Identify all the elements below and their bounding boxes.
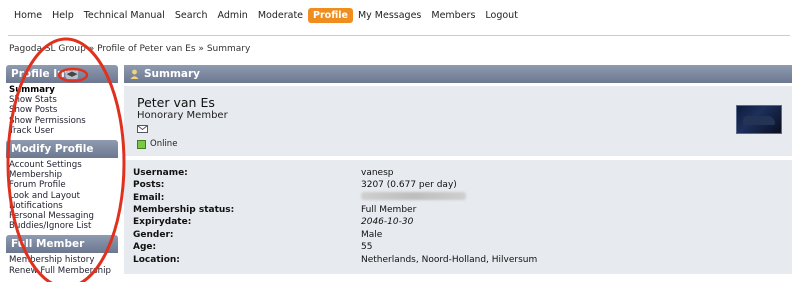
nav-technical-manual[interactable]: Technical Manual (79, 8, 170, 23)
nav-moderate[interactable]: Moderate (253, 8, 308, 23)
sidebar-header-modify-profile[interactable]: Modify Profile (6, 140, 118, 159)
person-icon (130, 69, 139, 79)
nav-home[interactable]: Home (9, 8, 47, 23)
detail-label: Gender: (133, 230, 174, 240)
sidebar-header-profile-info[interactable]: Profile Info ◀▶ (6, 65, 118, 83)
breadcrumb-group[interactable]: Pagoda SL Group (9, 44, 86, 54)
nav-search[interactable]: Search (170, 8, 213, 23)
breadcrumb-profile[interactable]: Profile of Peter van Es (97, 44, 195, 54)
detail-value: Male (361, 230, 383, 240)
summary-title: Summary (144, 68, 201, 80)
breadcrumb-separator: » (198, 44, 204, 54)
avatar (736, 105, 782, 134)
breadcrumb-summary[interactable]: Summary (207, 44, 251, 54)
sidebar-item-membership-history[interactable]: Membership history (9, 255, 118, 265)
car-icon (743, 116, 775, 125)
profile-details: Username: vanesp Posts: 3207 (0.677 per … (124, 160, 792, 274)
sidebar-item-account-settings[interactable]: Account Settings (9, 160, 118, 170)
sidebar-header-label: Modify Profile (11, 143, 94, 156)
sidebar-item-personal-messaging[interactable]: Personal Messaging (9, 211, 118, 221)
top-nav: Home Help Technical Manual Search Admin … (9, 8, 523, 23)
profile-role: Honorary Member (137, 110, 228, 121)
sidebar-item-track-user[interactable]: Track User (9, 126, 118, 136)
sidebar-item-summary[interactable]: Summary (9, 85, 118, 95)
sidebar-item-show-posts[interactable]: Show Posts (9, 105, 118, 115)
nav-members[interactable]: Members (426, 8, 480, 23)
detail-value: Full Member (361, 205, 417, 215)
detail-label: Age: (133, 242, 157, 252)
detail-value: 55 (361, 242, 373, 252)
mail-icon[interactable] (137, 125, 148, 133)
detail-label: Membership status: (133, 205, 235, 215)
profile-card: Peter van Es Honorary Member Online (124, 86, 792, 156)
sidebar-header-label: Full Member (11, 238, 85, 251)
nav-admin[interactable]: Admin (213, 8, 253, 23)
online-icon (137, 139, 146, 149)
detail-label: Email: (133, 193, 165, 203)
detail-value-email-redacted (361, 192, 466, 204)
nav-logout[interactable]: Logout (480, 8, 523, 23)
detail-label: Expirydate: (133, 217, 192, 227)
sidebar-item-show-stats[interactable]: Show Stats (9, 95, 118, 105)
detail-value: Netherlands, Noord-Holland, Hilversum (361, 255, 538, 265)
breadcrumb-separator: » (88, 44, 95, 54)
online-label: Online (150, 139, 178, 149)
sidebar-item-notifications[interactable]: Notifications (9, 201, 118, 211)
collapse-icon[interactable]: ◀▶ (66, 69, 78, 79)
sidebar: Profile Info ◀▶ Summary Show Stats Show … (6, 65, 118, 280)
detail-label: Location: (133, 255, 180, 265)
sidebar-header-full-member[interactable]: Full Member (6, 235, 118, 254)
sidebar-item-look-and-layout[interactable]: Look and Layout (9, 191, 118, 201)
detail-value: 3207 (0.677 per day) (361, 180, 457, 190)
detail-value: vanesp (361, 168, 394, 178)
divider (8, 35, 790, 36)
nav-help[interactable]: Help (47, 8, 79, 23)
sidebar-item-buddies-ignore[interactable]: Buddies/Ignore List (9, 221, 118, 231)
nav-my-messages[interactable]: My Messages (353, 8, 426, 23)
sidebar-item-show-permissions[interactable]: Show Permissions (9, 116, 118, 126)
detail-label: Posts: (133, 180, 165, 190)
sidebar-item-forum-profile[interactable]: Forum Profile (9, 180, 118, 190)
nav-profile[interactable]: Profile (308, 8, 353, 23)
breadcrumb: Pagoda SL Group » Profile of Peter van E… (9, 44, 250, 54)
main-content: Summary Peter van Es Honorary Member Onl… (124, 65, 792, 274)
online-status: Online (137, 139, 177, 149)
summary-header: Summary (124, 65, 792, 83)
sidebar-item-renew-membership[interactable]: Renew Full Membership (9, 266, 118, 276)
profile-name: Peter van Es (137, 95, 215, 110)
detail-value: 2046-10-30 (361, 217, 414, 227)
detail-label: Username: (133, 168, 188, 178)
sidebar-item-membership[interactable]: Membership (9, 170, 118, 180)
